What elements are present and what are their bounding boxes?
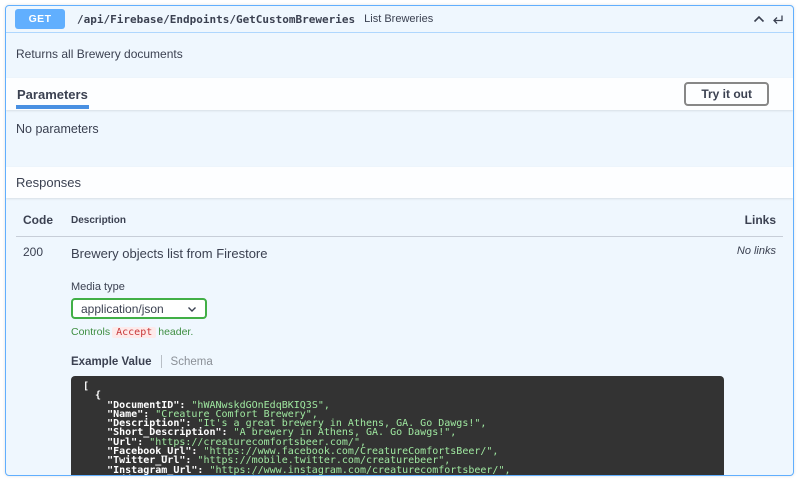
example-code: [ { "DocumentID": "hWANwskdGOnEdqBKIQ3S"… (83, 382, 712, 476)
accept-header-code: Accept (112, 327, 156, 338)
column-header-links: Links (724, 213, 776, 227)
operation-path: /api/Firebase/Endpoints/GetCustomBreweri… (77, 13, 355, 26)
method-badge: GET (15, 9, 65, 29)
tab-schema[interactable]: Schema (171, 356, 213, 368)
column-header-code: Code (23, 213, 71, 227)
media-type-select[interactable]: application/json (71, 298, 207, 319)
tabs-divider (161, 355, 162, 368)
no-parameters-text: No parameters (6, 110, 793, 167)
tab-parameters[interactable]: Parameters (16, 80, 89, 109)
accept-control-message: ControlsAcceptheader. (71, 326, 724, 338)
no-links-text: No links (724, 245, 776, 476)
media-type-selected-value: application/json (81, 302, 164, 316)
accept-message-suffix: header. (158, 326, 193, 338)
example-schema-tabs: Example Value Schema (71, 355, 724, 368)
response-row: 200 Brewery objects list from Firestore … (16, 237, 783, 476)
column-header-description: Description (71, 213, 724, 227)
operation-summary-text: List Breweries (364, 13, 433, 25)
response-code: 200 (23, 245, 71, 476)
parameters-section-header: Parameters Try it out (6, 78, 793, 110)
try-it-out-button[interactable]: Try it out (684, 82, 769, 106)
media-type-label: Media type (71, 281, 724, 293)
accept-message-prefix: Controls (71, 326, 110, 338)
tab-example-value[interactable]: Example Value (71, 356, 152, 368)
example-code-block[interactable]: [ { "DocumentID": "hWANwskdGOnEdqBKIQ3S"… (71, 376, 724, 476)
responses-table: Code Description Links 200 Brewery objec… (6, 198, 793, 476)
operation-summary[interactable]: GET /api/Firebase/Endpoints/GetCustomBre… (6, 6, 793, 33)
chevron-down-icon (187, 302, 197, 316)
responses-title: Responses (16, 167, 81, 198)
responses-table-header: Code Description Links (16, 206, 783, 237)
response-description-cell: Brewery objects list from Firestore Medi… (71, 245, 724, 476)
operation-description: Returns all Brewery documents (6, 33, 793, 78)
chevron-up-icon[interactable] (752, 13, 766, 26)
return-arrow-icon[interactable] (771, 13, 784, 26)
operation-block: GET /api/Firebase/Endpoints/GetCustomBre… (5, 5, 794, 476)
response-description: Brewery objects list from Firestore (71, 246, 724, 261)
responses-section-header: Responses (6, 167, 793, 198)
